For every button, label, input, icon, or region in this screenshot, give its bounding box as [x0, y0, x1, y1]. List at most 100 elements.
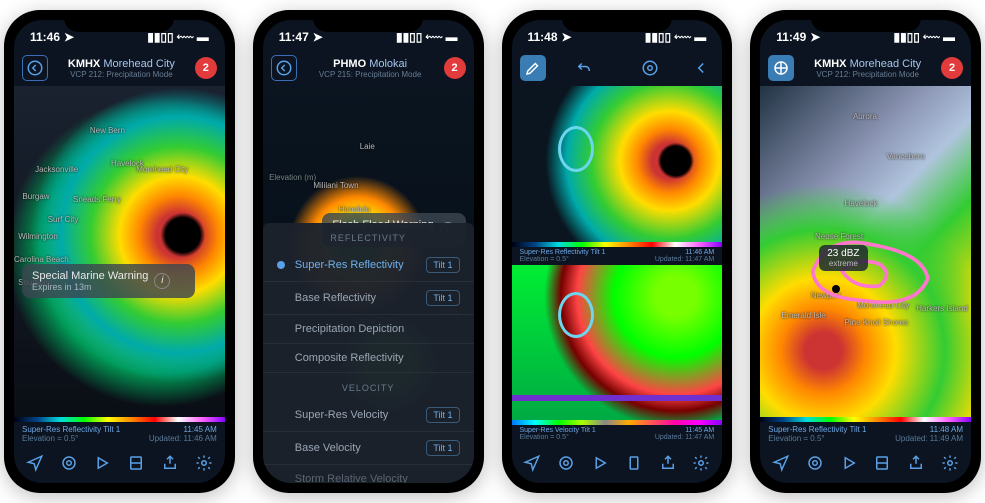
bottom-toolbar — [760, 443, 971, 483]
wifi-icon: ⬳ — [425, 30, 442, 45]
product-row[interactable]: Super-Res Reflectivity Tilt 1 — [263, 249, 474, 282]
annotation-circle[interactable] — [558, 126, 594, 172]
station-title[interactable]: KMHX Morehead City VCP 212: Precipitatio… — [800, 58, 935, 79]
radar-map-top[interactable] — [512, 86, 723, 242]
product-row[interactable]: Super-Res VelocityTilt 1 — [263, 399, 474, 432]
notch — [313, 10, 423, 32]
settings-icon[interactable] — [638, 56, 662, 80]
battery-icon: ▬ — [943, 30, 955, 44]
tilt-selector[interactable]: Tilt 1 — [426, 407, 459, 423]
location-button[interactable] — [520, 451, 544, 475]
product-info-bottom: Super-Res Velocity Tilt 1Elevation = 0.5… — [512, 425, 723, 443]
share-button[interactable] — [656, 451, 680, 475]
cursor-dot — [832, 285, 840, 293]
battery-icon: ▬ — [694, 30, 706, 44]
location-services-icon: ➤ — [810, 30, 820, 44]
play-button[interactable] — [837, 451, 861, 475]
panel-section-velocity: VELOCITY — [263, 373, 474, 399]
station-title[interactable]: PHMO Molokai VCP 215: Precipitation Mode — [303, 58, 438, 79]
collapse-button[interactable] — [688, 55, 714, 81]
location-services-icon: ➤ — [64, 30, 74, 44]
place-label: Aurora — [853, 112, 877, 121]
place-label: Mililani Town — [313, 181, 358, 190]
clock: 11:46 — [30, 30, 60, 44]
settings-button[interactable] — [192, 451, 216, 475]
back-button[interactable] — [22, 55, 48, 81]
product-row[interactable]: Storm Relative Velocity — [263, 465, 474, 483]
product-row[interactable]: Precipitation Depiction — [263, 315, 474, 344]
warning-expires: Expires in 13m — [32, 282, 148, 292]
location-services-icon: ➤ — [562, 30, 572, 44]
tilt-selector[interactable]: Tilt 1 — [426, 290, 459, 306]
wifi-icon: ⬳ — [923, 30, 940, 45]
phone-4: 11:49➤ ▮▮▯▯⬳▬ KMHX Morehead City VCP 212… — [750, 10, 981, 493]
radar-map-bottom[interactable] — [512, 265, 723, 421]
settings-button[interactable] — [689, 451, 713, 475]
play-button[interactable] — [588, 451, 612, 475]
battery-icon: ▬ — [446, 30, 458, 44]
place-label: Sneads Ferry — [73, 195, 121, 204]
back-button[interactable] — [271, 55, 297, 81]
alert-badge[interactable]: 2 — [444, 57, 466, 79]
share-button[interactable] — [158, 451, 182, 475]
tilt-selector[interactable]: Tilt 1 — [426, 440, 459, 456]
bottom-toolbar — [14, 443, 225, 483]
signal-icon: ▮▮▯▯ — [396, 30, 422, 44]
panel-section-reflectivity: REFLECTIVITY — [263, 223, 474, 249]
place-label: Carolina Beach — [14, 255, 69, 264]
radar-map[interactable]: New Bern Havelock Jacksonville Morehead … — [14, 86, 225, 417]
layout-button[interactable] — [622, 451, 646, 475]
location-button[interactable] — [769, 451, 793, 475]
place-label: Morehead City — [136, 165, 188, 174]
place-label: Surf City — [48, 215, 79, 224]
tilt-selector[interactable]: Tilt 1 — [426, 257, 459, 273]
product-row[interactable]: Composite Reflectivity — [263, 344, 474, 373]
layout-button[interactable] — [124, 451, 148, 475]
product-panel[interactable]: REFLECTIVITY Super-Res Reflectivity Tilt… — [263, 223, 474, 483]
product-info: Super-Res Reflectivity Tilt 1 Elevation … — [14, 422, 225, 443]
draw-button[interactable] — [520, 55, 546, 81]
active-dot-icon — [277, 261, 285, 269]
place-label: Vanceboro — [887, 152, 925, 161]
phone-2: 11:47➤ ▮▮▯▯⬳▬ PHMO Molokai VCP 215: Prec… — [253, 10, 484, 493]
signal-icon: ▮▮▯▯ — [893, 30, 919, 44]
product-row[interactable]: Base Reflectivity Tilt 1 — [263, 282, 474, 315]
target-button[interactable] — [554, 451, 578, 475]
wifi-icon: ⬳ — [674, 30, 691, 45]
place-label: Wilmington — [18, 232, 58, 241]
play-button[interactable] — [90, 451, 114, 475]
app-header: KMHX Morehead City VCP 212: Precipitatio… — [14, 50, 225, 86]
bottom-toolbar — [512, 443, 723, 483]
signal-icon: ▮▮▯▯ — [645, 30, 671, 44]
radar-map[interactable]: Laie Mililani Town Honolulu Lanai City K… — [263, 86, 474, 483]
elevation-label: Elevation (m) — [269, 173, 316, 182]
inspect-button[interactable] — [768, 55, 794, 81]
info-icon[interactable]: i — [154, 273, 170, 289]
share-button[interactable] — [904, 451, 928, 475]
wifi-icon: ⬳ — [177, 30, 194, 45]
product-info-top: Super-Res Reflectivity Tilt 1Elevation =… — [512, 247, 723, 265]
target-button[interactable] — [57, 451, 81, 475]
alert-badge[interactable]: 2 — [941, 57, 963, 79]
radar-map[interactable]: Aurora Vanceboro Havelock Neuse Forest N… — [760, 86, 971, 417]
data-readout: 23 dBZ extreme — [819, 245, 867, 271]
app-header — [512, 50, 723, 86]
notch — [562, 10, 672, 32]
battery-icon: ▬ — [197, 30, 209, 44]
location-services-icon: ➤ — [313, 30, 323, 44]
settings-button[interactable] — [938, 451, 962, 475]
undo-button[interactable] — [572, 56, 596, 80]
annotation-circle[interactable] — [558, 292, 594, 338]
place-label: Burgaw — [22, 192, 49, 201]
alert-badge[interactable]: 2 — [195, 57, 217, 79]
clock: 11:48 — [528, 30, 558, 44]
station-title[interactable]: KMHX Morehead City VCP 212: Precipitatio… — [54, 58, 189, 79]
location-button[interactable] — [23, 451, 47, 475]
target-button[interactable] — [803, 451, 827, 475]
layout-button[interactable] — [870, 451, 894, 475]
app-header: KMHX Morehead City VCP 212: Precipitatio… — [760, 50, 971, 86]
product-row[interactable]: Base VelocityTilt 1 — [263, 432, 474, 465]
notch — [64, 10, 174, 32]
place-label: New Bern — [90, 126, 125, 135]
warning-banner[interactable]: Special Marine Warning Expires in 13m i — [22, 264, 195, 298]
